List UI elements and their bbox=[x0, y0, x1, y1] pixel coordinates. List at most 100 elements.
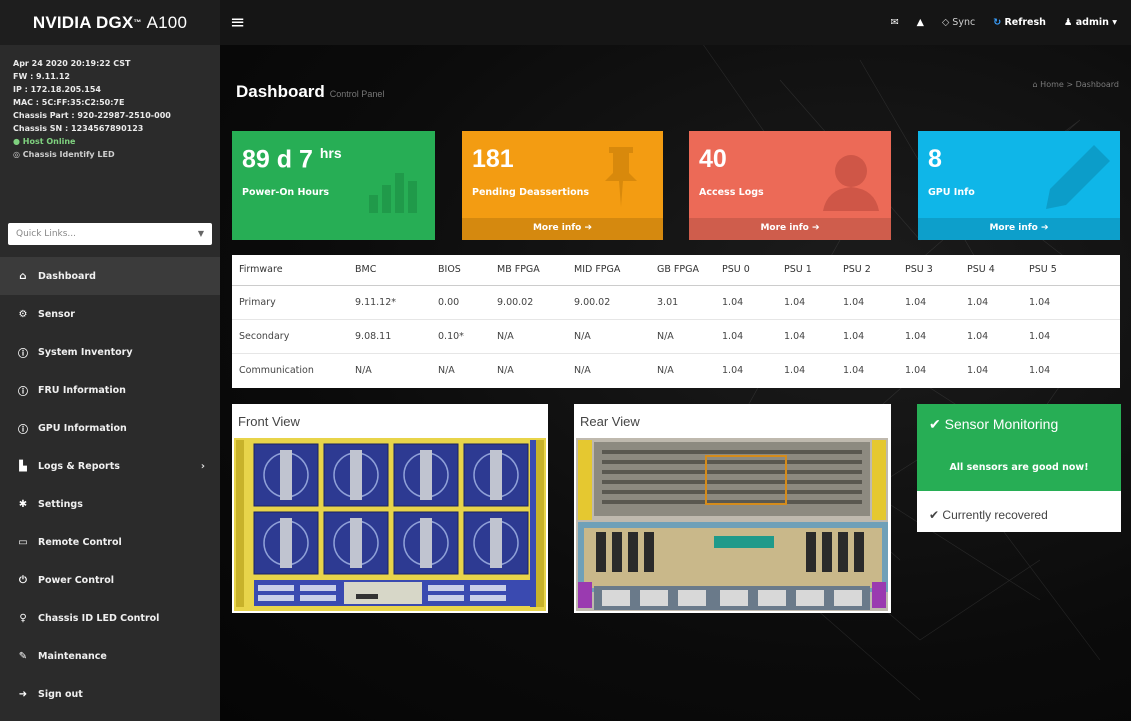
sidebar-item-logs-reports[interactable]: ▙ Logs & Reports › bbox=[0, 447, 220, 485]
bar-chart-icon: ▙ bbox=[19, 460, 27, 472]
check-circle-icon: ✔ bbox=[929, 416, 941, 432]
sidebar-item-system-inventory[interactable]: ⓘ System Inventory bbox=[0, 333, 220, 371]
sidebar-item-gpu-information[interactable]: ⓘ GPU Information bbox=[0, 409, 220, 447]
arrow-circle-right-icon: ➔ bbox=[812, 223, 820, 233]
info-icon: ⓘ bbox=[18, 348, 28, 360]
top-bar-actions: ✉ ▲ ◇ Sync ↻ Refresh ♟ admin ▾ bbox=[891, 0, 1117, 45]
column-header: MB FPGA bbox=[490, 255, 567, 286]
power-icon: ⏻ bbox=[19, 574, 27, 586]
table-cell: 9.08.11 bbox=[348, 319, 431, 354]
refresh-button[interactable]: ↻ Refresh bbox=[993, 17, 1046, 28]
more-info-link[interactable]: More info ➔ bbox=[689, 218, 891, 240]
table-cell: 1.04 bbox=[1022, 285, 1120, 320]
column-header: PSU 3 bbox=[898, 255, 960, 286]
mac-address: MAC : 5C:FF:35:C2:50:7E bbox=[13, 98, 125, 107]
chassis-part: Chassis Part : 920-22987-2510-000 bbox=[13, 111, 171, 120]
column-header: PSU 0 bbox=[715, 255, 777, 286]
sensor-icon: ⚙ bbox=[18, 308, 28, 320]
host-status: ● Host Online bbox=[13, 135, 220, 148]
table-row: Primary 9.11.12* 0.00 9.00.02 9.00.02 3.… bbox=[232, 285, 1120, 320]
column-header: PSU 5 bbox=[1022, 255, 1120, 286]
rear-view-panel: Rear View bbox=[574, 404, 891, 613]
table-cell: 1.04 bbox=[905, 364, 927, 376]
tile-value: 181 bbox=[472, 145, 514, 173]
sidebar-item-chassis-id-led[interactable]: ♀ Chassis ID LED Control bbox=[0, 599, 220, 637]
warning-icon[interactable]: ▲ bbox=[917, 17, 924, 28]
monitor-icon: ▭ bbox=[18, 536, 28, 548]
table-cell: N/A bbox=[490, 319, 567, 354]
sensor-monitoring-card: ✔ Sensor Monitoring All sensors are good… bbox=[917, 404, 1121, 532]
rear-view-image[interactable] bbox=[574, 404, 891, 613]
table-cell: 0.10* bbox=[431, 319, 490, 354]
gear-icon: ✱ bbox=[18, 498, 28, 510]
table-cell: 0.00 bbox=[431, 285, 490, 320]
bar-chart-icon bbox=[369, 173, 417, 213]
table-cell: 1.04 bbox=[715, 319, 777, 354]
table-cell: 1.04 bbox=[777, 285, 836, 320]
front-view-image[interactable] bbox=[232, 404, 548, 613]
table-cell: 1.04 bbox=[836, 285, 898, 320]
arrow-circle-right-icon: ➔ bbox=[1041, 223, 1049, 233]
table-cell: 9.00.02 bbox=[490, 285, 567, 320]
arrow-circle-right-icon: ➔ bbox=[584, 223, 593, 233]
tile-value: 8 bbox=[928, 145, 942, 173]
tile-value: 40 bbox=[699, 145, 727, 173]
breadcrumb: ⌂ Home > Dashboard bbox=[1032, 80, 1119, 89]
table-cell: N/A bbox=[650, 319, 715, 354]
status-dot-icon: ● bbox=[13, 137, 20, 146]
table-cell: Primary bbox=[232, 285, 348, 320]
column-header: GB FPGA bbox=[650, 255, 715, 286]
chassis-sn: Chassis SN : 1234567890123 bbox=[13, 124, 144, 133]
column-header: PSU 2 bbox=[836, 255, 898, 286]
hamburger-menu-icon[interactable]: ≡ bbox=[230, 12, 245, 33]
breadcrumb-home[interactable]: Home bbox=[1040, 80, 1064, 89]
table-cell: 1.04 bbox=[836, 319, 898, 354]
table-cell: 1.04 bbox=[1029, 364, 1051, 376]
sidebar-item-sign-out[interactable]: ➜ Sign out bbox=[0, 675, 220, 713]
sidebar-nav: ⌂ Dashboard ⚙ Sensor ⓘ System Inventory ⓘ FR… bbox=[0, 257, 220, 713]
table-cell: 1.04 bbox=[1022, 319, 1120, 354]
chevron-down-icon: ▼ bbox=[197, 229, 204, 238]
user-icon bbox=[823, 155, 879, 211]
table-cell: 9.11.12* bbox=[348, 285, 431, 320]
table-cell: N/A bbox=[657, 364, 674, 376]
home-icon: ⌂ bbox=[19, 270, 27, 282]
sync-button[interactable]: ◇ Sync bbox=[942, 17, 975, 28]
ip-address: IP : 172.18.205.154 bbox=[13, 85, 101, 94]
sidebar-item-sensor[interactable]: ⚙ Sensor bbox=[0, 295, 220, 333]
sidebar-item-fru-information[interactable]: ⓘ FRU Information bbox=[0, 371, 220, 409]
main-content: ≡ ✉ ▲ ◇ Sync ↻ Refresh ♟ admin ▾ Dashboa… bbox=[220, 0, 1131, 721]
refresh-icon: ↻ bbox=[993, 17, 1002, 28]
user-menu[interactable]: ♟ admin ▾ bbox=[1064, 17, 1117, 28]
tile-gpu-info: 8 GPU Info More info ➔ bbox=[918, 131, 1120, 240]
brand-name: NVIDIA DGX bbox=[32, 12, 134, 32]
front-view-panel: Front View bbox=[232, 404, 548, 613]
brand-trademark: ™ bbox=[133, 18, 142, 27]
home-icon: ⌂ bbox=[1032, 80, 1038, 89]
more-info-link[interactable]: More info ➔ bbox=[918, 218, 1120, 240]
pushpin-icon bbox=[605, 147, 637, 207]
mail-icon[interactable]: ✉ bbox=[891, 17, 899, 28]
table-header-row: Firmware BMC BIOS MB FPGA MID FPGA GB FP… bbox=[232, 255, 1120, 286]
sidebar-item-settings[interactable]: ✱ Settings bbox=[0, 485, 220, 523]
more-info-link[interactable]: More info ➔ bbox=[462, 218, 663, 240]
chevron-right-icon: › bbox=[200, 460, 205, 472]
sidebar-item-power-control[interactable]: ⏻ Power Control bbox=[0, 561, 220, 599]
table-cell: 1.04 bbox=[777, 319, 836, 354]
sensor-recovery-status: ✔ Currently recovered bbox=[929, 508, 1048, 522]
table-cell: N/A bbox=[567, 319, 650, 354]
wrench-icon: ✎ bbox=[18, 650, 28, 662]
table-cell: 1.04 bbox=[784, 364, 806, 376]
tile-label: Access Logs bbox=[699, 187, 764, 198]
sidebar: NVIDIA DGX ™ A100 Apr 24 2020 20:19:22 CST… bbox=[0, 0, 220, 721]
table-cell: N/A bbox=[574, 364, 591, 376]
table-cell: N/A bbox=[438, 364, 455, 376]
table-cell: 1.04 bbox=[898, 319, 960, 354]
sidebar-item-remote-control[interactable]: ▭ Remote Control bbox=[0, 523, 220, 561]
quick-links-select[interactable]: Quick Links... ▼ bbox=[8, 223, 212, 245]
sidebar-item-dashboard[interactable]: ⌂ Dashboard bbox=[0, 257, 220, 295]
sync-icon: ◇ bbox=[941, 17, 950, 28]
table-cell: Communication bbox=[239, 364, 314, 376]
sidebar-item-maintenance[interactable]: ✎ Maintenance bbox=[0, 637, 220, 675]
led-icon: ◎ bbox=[13, 150, 20, 159]
